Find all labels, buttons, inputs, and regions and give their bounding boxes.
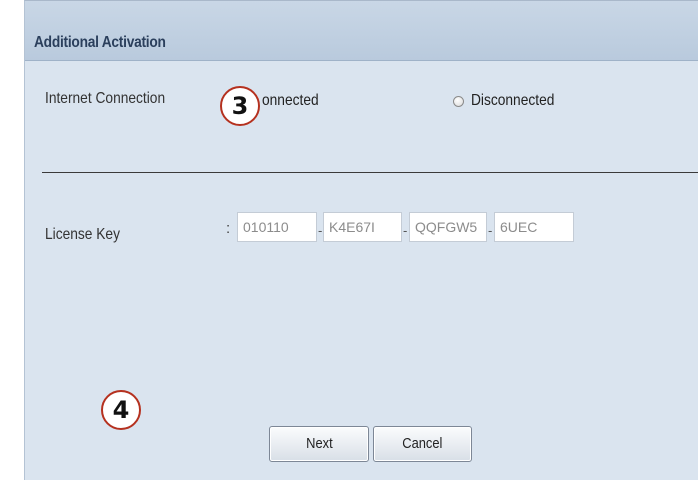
license-key-colon: : — [226, 220, 231, 237]
section-divider — [42, 172, 698, 173]
license-key-field-1[interactable]: 010110 — [237, 212, 317, 242]
license-key-field-4[interactable]: 6UEC — [494, 212, 574, 242]
license-key-field-3[interactable]: QQFGW5 — [409, 212, 487, 242]
radio-disconnected[interactable]: Disconnected — [453, 92, 568, 110]
cancel-button-label: Cancel — [402, 435, 443, 452]
radio-disconnected-label[interactable]: Disconnected — [471, 92, 554, 110]
activation-page: Additional Activation Internet Connectio… — [0, 0, 698, 480]
step-4-badge: 4 — [101, 390, 141, 430]
internet-connection-label: Internet Connection — [45, 90, 166, 107]
license-key-dash-1: - — [318, 223, 323, 238]
radio-connected[interactable]: onnected — [262, 92, 328, 110]
license-key-dash-3: - — [488, 223, 493, 238]
panel-header: Additional Activation — [25, 1, 698, 61]
license-key-label: License Key — [45, 226, 120, 243]
next-button-label: Next — [305, 435, 333, 452]
radio-connected-label[interactable]: onnected — [262, 92, 319, 110]
cancel-button[interactable]: Cancel — [373, 426, 472, 462]
license-key-field-2[interactable]: K4E67I — [323, 212, 402, 242]
panel-title: Additional Activation — [34, 34, 166, 51]
radio-disconnected-button[interactable] — [453, 95, 464, 107]
step-3-badge: 3 — [220, 86, 260, 126]
next-button[interactable]: Next — [269, 426, 369, 462]
license-key-dash-2: - — [403, 223, 408, 238]
